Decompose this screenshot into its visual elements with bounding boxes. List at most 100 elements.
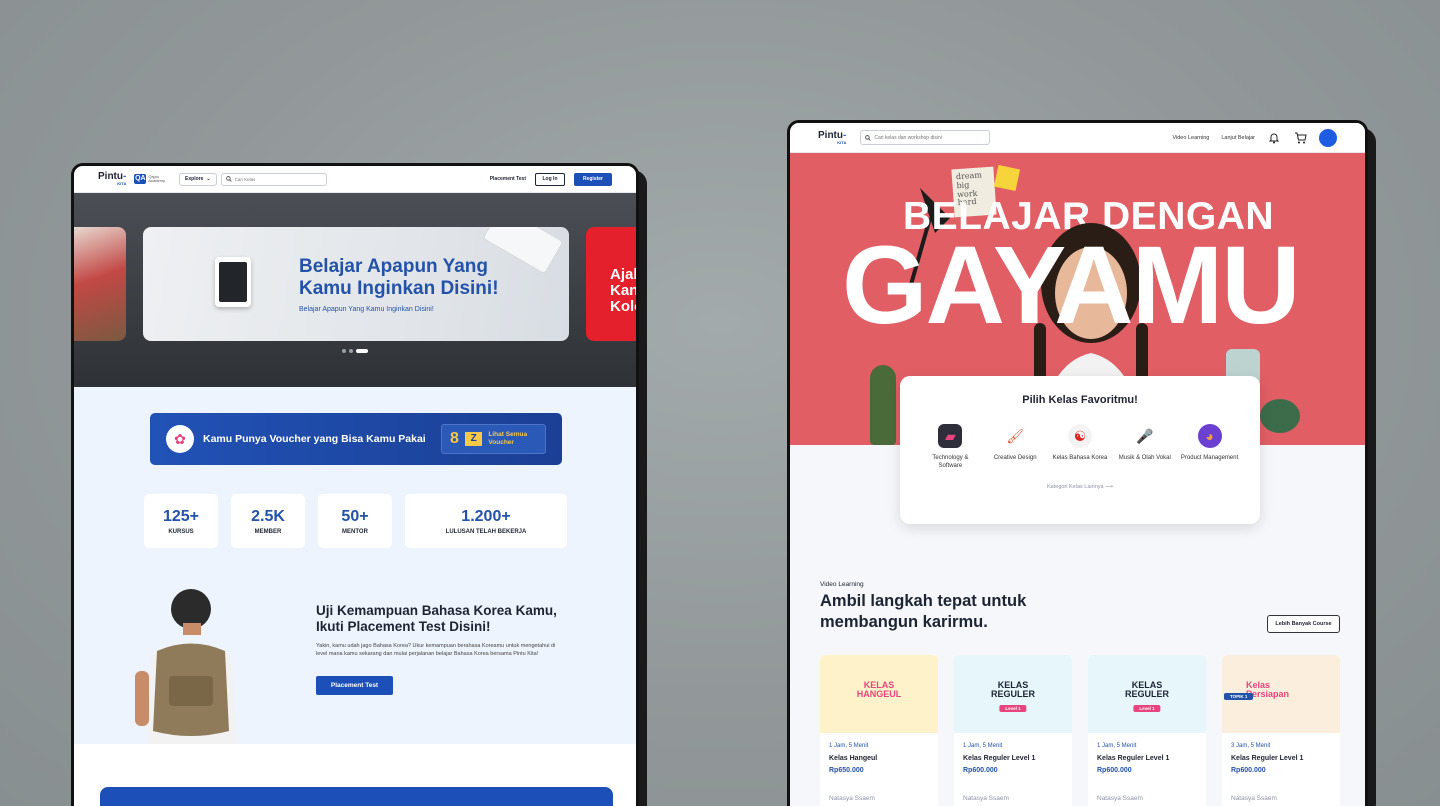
sticky-note-image [993,164,1021,192]
stat-mentors: 50+ MENTOR [318,494,392,548]
cactus-image [870,365,896,445]
course-author: Natasya Ssaem [1231,795,1277,802]
placement-test-link[interactable]: Placement Test [490,176,526,182]
qajoo-logo: QA Qajoo Academy [134,174,165,184]
level-badge: TOPIK 1 [1224,693,1254,700]
course-list: KELAS HANGEUL 1 Jam, 5 Menit Kelas Hange… [820,655,1340,806]
right-navbar: Pintu-KITA Video Learning Lanjut Belajar [790,123,1365,153]
arrow-right-icon: ⟶ [1105,483,1113,490]
pintu-logo[interactable]: Pintu- KITA [98,172,126,186]
course-name: Kelas Reguler Level 1 [963,755,1036,762]
placement-description: Yakin, kamu udah jago Bahasa Korea? Ukur… [316,643,556,658]
microphone-icon: 🎤 [1136,427,1154,444]
stat-courses: 125+ KURSUS [144,494,218,548]
course-name: Kelas Hangeul [829,755,878,762]
slide-subtitle: Belajar Apapun Yang Kamu Inginkan Disini… [299,306,434,313]
category-product[interactable]: ◕ Product Management [1180,424,1240,471]
stat-graduates: 1.200+ LULUSAN TELAH BEKERJA [405,494,567,548]
stat-members: 2.5K MEMBER [231,494,305,548]
course-price: Rp600.000 [963,767,998,774]
section-title: Ambil langkah tepat untuk membangun kari… [820,592,1027,631]
login-button[interactable]: Log In [535,172,565,186]
category-technology[interactable]: ▰ Technology & Software [920,424,980,471]
continue-learning-link[interactable]: Lanjut Belajar [1221,135,1255,141]
level-badge: Level 1 [1133,705,1161,712]
category-title: Pilih Kelas Favoritmu! [1022,394,1138,406]
carousel-dot-active[interactable] [356,349,368,353]
course-price: Rp600.000 [1231,767,1266,774]
footer-banner [100,787,613,806]
hero-carousel: Belajar Apapun Yang Kamu Inginkan Disini… [74,193,636,387]
category-list: ▰ Technology & Software 🖌 Creative Design … [900,424,1260,471]
hero-big-word: GAYAMU [842,224,1301,347]
chart-icon: ◕ [1197,424,1222,448]
course-duration: 1 Jam, 5 Menit [963,743,1003,749]
active-slide[interactable]: Belajar Apapun Yang Kamu Inginkan Disini… [143,227,569,341]
qa-mark-icon: QA [134,174,147,184]
course-card[interactable]: KELAS REGULER Level 1 1 Jam, 5 Menit Kel… [1088,655,1206,806]
section-tag: Video Learning [820,581,864,588]
left-navbar: Pintu-KITA QA Qajoo Academy Explore⌄ Pla… [74,166,636,193]
search-icon [865,134,872,141]
course-duration: 3 Jam, 5 Menit [1231,743,1271,749]
category-korean[interactable]: ☯ Kelas Bahasa Korea [1050,424,1110,471]
category-music[interactable]: 🎤 Musik & Olah Vokal [1115,424,1175,471]
placement-title: Uji Kemampuan Bahasa Korea Kamu, Ikuti P… [316,603,557,635]
search-bar[interactable] [860,130,991,145]
stats-row: 125+ KURSUS 2.5K MEMBER 50+ MENTOR 1.200+ LU… [144,494,567,548]
round-cactus-image [1260,399,1300,433]
carousel-dot[interactable] [349,349,353,353]
laptop-icon: ▰ [938,424,963,448]
course-author: Natasya Ssaem [1097,795,1143,802]
course-thumbnail: KELAS REGULER Level 1 [954,655,1072,733]
video-learning-link[interactable]: Video Learning [1172,135,1209,141]
carousel-dot[interactable] [342,349,346,353]
user-avatar[interactable] [1319,128,1337,147]
voucher-icon: ✿ [166,425,194,453]
tablet-image [215,257,251,307]
register-button[interactable]: Register [574,172,612,186]
next-slide[interactable]: Ajal Kan Kolo [586,227,636,341]
more-courses-button[interactable]: Lebih Banyak Course [1267,615,1340,633]
course-price: Rp650.000 [829,767,864,774]
course-card[interactable]: KELAS HANGEUL 1 Jam, 5 Menit Kelas Hange… [820,655,938,806]
search-icon [225,176,232,182]
paint-roller-icon: 🖌 [1006,427,1025,444]
course-card[interactable]: Kelas Persiapan TOPIK 1 3 Jam, 5 Menit K… [1222,655,1340,806]
course-price: Rp600.000 [1097,767,1132,774]
voucher-banner[interactable]: ✿ Kamu Punya Voucher yang Bisa Kamu Paka… [150,413,562,465]
course-author: Natasya Ssaem [963,795,1009,802]
search-input[interactable] [874,134,985,141]
see-all-voucher-link[interactable]: Lihat Semua Voucher [488,431,537,447]
prev-slide[interactable] [74,227,126,341]
chevron-down-icon: ⌄ [206,176,211,182]
right-device: Pintu-KITA Video Learning Lanjut Belajar… [787,120,1368,806]
search-input[interactable] [234,176,315,182]
cart-icon[interactable] [1293,131,1307,145]
carousel-dots [342,349,368,353]
voucher-count: 8 [450,430,459,447]
left-device: Pintu-KITA QA Qajoo Academy Explore⌄ Pla… [71,163,639,806]
search-bar[interactable] [220,172,327,186]
partner-name: Qajoo Academy [148,173,166,183]
explore-dropdown[interactable]: Explore ⌄ [179,172,217,186]
thumbnail-title: KELAS REGULER [1124,680,1170,699]
left-footer-area [74,744,636,806]
course-duration: 1 Jam, 5 Menit [1097,743,1137,749]
pintu-logo[interactable]: Pintu- KITA [818,130,846,145]
category-design[interactable]: 🖌 Creative Design [985,424,1045,471]
bell-icon[interactable] [1267,131,1281,145]
course-card[interactable]: KELAS REGULER Level 1 1 Jam, 5 Menit Kel… [954,655,1072,806]
placement-test-button[interactable]: Placement Test [316,676,393,695]
voucher-text: Kamu Punya Voucher yang Bisa Kamu Pakai [203,433,426,445]
more-categories-link[interactable]: Kategori Kelas Lainnya ⟶ [900,484,1260,490]
category-card: Pilih Kelas Favoritmu! ▰ Technology & Sof… [900,376,1260,524]
voucher-count-box[interactable]: 8 Z Lihat Semua Voucher [441,424,546,454]
course-duration: 1 Jam, 5 Menit [829,743,869,749]
level-badge: Level 1 [999,705,1027,712]
thumbnail-title: KELAS HANGEUL [856,680,902,699]
korea-flag-icon: ☯ [1067,424,1092,448]
course-author: Natasya Ssaem [829,795,875,802]
student-illustration [135,589,237,744]
thumbnail-title: KELAS REGULER [990,680,1036,699]
